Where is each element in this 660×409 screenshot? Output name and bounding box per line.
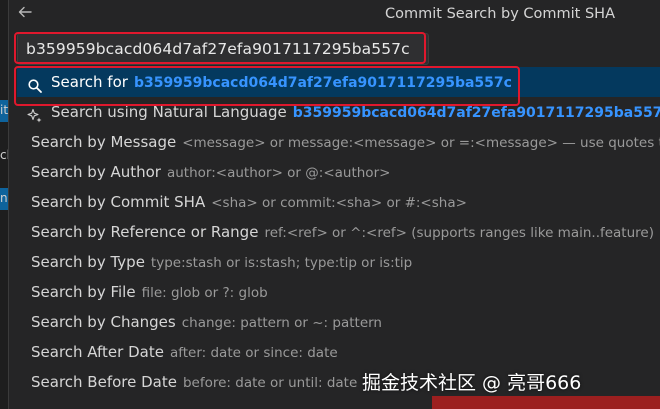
highlight-annotation-input [14,32,426,64]
highlight-annotation-row [14,66,520,106]
list-item-label: Search by Changes [31,313,176,331]
list-item-label: Search by Reference or Range [31,223,259,241]
background-red-strip [432,396,660,409]
arrow-left-icon-svg [18,6,32,18]
list-item-label: Search After Date [31,343,164,361]
list-item-changes[interactable]: Search by Changes change: pattern or ~: p… [17,307,660,337]
list-item-description: after: date or since: date [169,345,338,361]
list-item-author[interactable]: Search by Author author:<author> or @:<au… [17,157,660,187]
list-item-label: Search by Commit SHA [31,193,206,211]
list-item-file[interactable]: Search by File file: glob or ?: glob [17,277,660,307]
list-item-description: change: pattern or ~: pattern [181,315,382,331]
watermark: 掘金技术社区 @ 亮哥666 [362,372,582,394]
editor-edge-text: it [0,103,8,117]
quick-pick-title: Commit Search by Commit SHA [385,6,615,22]
editor-edge-text: n [0,191,8,205]
list-item-label: Search by File [31,283,136,301]
list-item-sha: b359959bcacd064d7af27efa9017117295ba557c [292,105,660,121]
list-item-reference-range[interactable]: Search by Reference or Range ref:<ref> or… [17,217,660,247]
list-item-description: before: date or until: date [182,375,358,391]
list-item-label: Search by Type [31,253,145,271]
list-item-description: <sha> or commit:<sha> or #:<sha> [211,195,467,211]
list-item-description: file: glob or ?: glob [141,285,268,301]
list-item-description: type:stash or is:stash; type:tip or is:t… [150,255,413,271]
quick-pick-header: Commit Search by Commit SHA [9,0,660,30]
list-item-label: Search by Author [31,163,161,181]
list-item-description: author:<author> or @:<author> [166,165,391,181]
list-item-type[interactable]: Search by Type type:stash or is:stash; ty… [17,247,660,277]
list-item-label: Search by Message [31,133,177,151]
editor-edge-text: cl [0,148,8,162]
list-item-message[interactable]: Search by Message <message> or message:<m… [17,127,660,157]
list-item-description: ref:<ref> or ^:<ref> (supports ranges li… [264,225,654,241]
arrow-left-icon[interactable] [15,4,35,24]
list-item-description: <message> or message:<message> or =:<mes… [182,135,660,151]
list-item-after-date[interactable]: Search After Date after: date or since: d… [17,337,660,367]
list-item-label: Search Before Date [31,373,177,391]
editor-edge: it cl n [0,0,8,409]
list-item-commit-sha[interactable]: Search by Commit SHA <sha> or commit:<sha… [17,187,660,217]
